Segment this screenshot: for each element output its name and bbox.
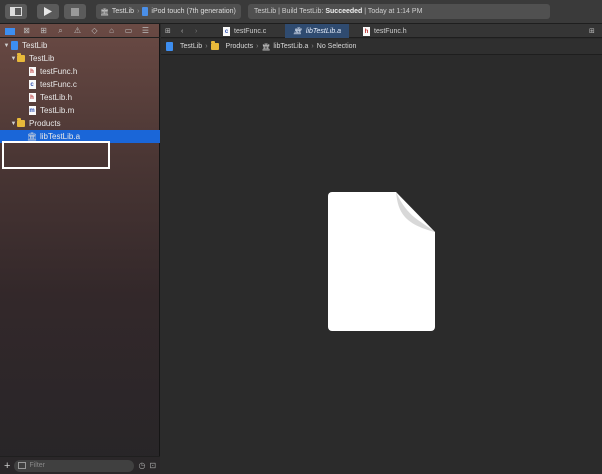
tree-row-project[interactable]: ▼ TestLib bbox=[0, 39, 160, 52]
navigator-tabs: ⊠ ⊞ ⌕ ⚠ ◇ ⌂ ▭ ☰ bbox=[0, 24, 160, 38]
device-name: iPod touch (7th generation) bbox=[151, 8, 236, 15]
tree-row-library[interactable]: 🏛 libTestLib.a bbox=[0, 130, 160, 143]
disclosure-down-icon[interactable]: ▼ bbox=[10, 121, 17, 127]
tab-libtestlib-a[interactable]: 🏛 libTestLib.a bbox=[285, 24, 350, 38]
jump-project[interactable]: TestLib bbox=[180, 43, 202, 50]
scm-filter-icon[interactable]: ⊡ bbox=[149, 461, 156, 470]
header-file-icon bbox=[28, 67, 36, 76]
highlight-box bbox=[2, 141, 110, 169]
project-icon bbox=[165, 42, 173, 51]
header-file-icon bbox=[363, 26, 370, 36]
scheme-name: TestLib bbox=[111, 8, 135, 15]
tab-label: testFunc.h bbox=[374, 27, 407, 35]
tree-item-label: TestLib bbox=[29, 54, 55, 63]
header-file-icon bbox=[28, 93, 36, 102]
jump-bar: TestLib › Products › 🏛 libTestLib.a › No… bbox=[161, 39, 602, 55]
library-icon: 🏛 bbox=[261, 43, 271, 51]
objc-file-icon bbox=[28, 106, 36, 115]
breakpoint-icon[interactable]: ▭ bbox=[123, 25, 134, 36]
c-file-icon bbox=[28, 80, 36, 89]
add-editor-icon[interactable]: ⊞ bbox=[589, 24, 595, 38]
tab-testfunc-h[interactable]: testFunc.h bbox=[363, 24, 407, 38]
scheme-selector[interactable]: 🏛 TestLib › iPod touch (7th generation) bbox=[96, 4, 241, 19]
filter-input[interactable]: Filter bbox=[14, 459, 135, 472]
grid-icon[interactable]: ⊞ bbox=[165, 24, 171, 38]
tree-item-label: testFunc.c bbox=[40, 80, 77, 89]
filter-icon bbox=[18, 462, 27, 469]
symbol-icon[interactable]: ⊞ bbox=[38, 25, 49, 36]
jump-file[interactable]: libTestLib.a bbox=[273, 43, 308, 50]
tab-testfunc-c[interactable]: testFunc.c bbox=[223, 24, 266, 38]
stop-button[interactable] bbox=[64, 4, 86, 19]
search-icon[interactable]: ⌕ bbox=[55, 25, 66, 36]
library-icon: 🏛 bbox=[100, 8, 109, 16]
jump-group[interactable]: Products bbox=[226, 43, 254, 50]
tree-item-label: testFunc.h bbox=[40, 67, 78, 76]
toolbar: 🏛 TestLib › iPod touch (7th generation) … bbox=[0, 0, 602, 24]
test-icon[interactable]: ◇ bbox=[89, 25, 100, 36]
chevron-right-icon: › bbox=[311, 43, 314, 50]
project-icon bbox=[10, 41, 18, 50]
tree-row-group[interactable]: ▼ TestLib bbox=[0, 52, 160, 65]
chevron-right-icon: › bbox=[205, 43, 208, 50]
tree-row-file[interactable]: testFunc.h bbox=[0, 65, 160, 78]
tree-row-file[interactable]: TestLib.h bbox=[0, 91, 160, 104]
jump-selection[interactable]: No Selection bbox=[317, 43, 357, 50]
disclosure-down-icon[interactable]: ▼ bbox=[3, 43, 10, 49]
device-icon bbox=[142, 7, 149, 16]
folder-icon[interactable] bbox=[4, 25, 15, 36]
tree-item-label: TestLib.m bbox=[40, 106, 75, 115]
tab-label: libTestLib.a bbox=[305, 27, 342, 35]
add-icon[interactable]: + bbox=[4, 460, 10, 472]
tree-row-file[interactable]: TestLib.m bbox=[0, 104, 160, 117]
status-result: Succeeded bbox=[325, 8, 363, 15]
status-time: | Today at 1:14 PM bbox=[364, 8, 423, 15]
disclosure-down-icon[interactable]: ▼ bbox=[10, 56, 17, 62]
filter-placeholder: Filter bbox=[29, 462, 45, 469]
library-icon: 🏛 bbox=[26, 132, 38, 141]
warning-icon[interactable]: ⚠ bbox=[72, 25, 83, 36]
navigator-toggle-button[interactable] bbox=[5, 4, 27, 19]
status-prefix: TestLib | Build TestLib: bbox=[254, 8, 324, 15]
editor-tab-bar: ⊞ ‹ › testFunc.c 🏛 libTestLib.a testFunc… bbox=[161, 24, 602, 38]
folder-icon bbox=[210, 41, 219, 51]
activity-status: TestLib | Build TestLib: Succeeded | Tod… bbox=[248, 4, 550, 19]
source-control-icon[interactable]: ⊠ bbox=[21, 25, 32, 36]
navigator-filter-bar: + Filter ◷ ⊡ bbox=[0, 456, 160, 474]
stop-icon bbox=[71, 7, 79, 16]
library-icon: 🏛 bbox=[293, 28, 302, 35]
sidebar-icon bbox=[10, 7, 22, 16]
tree-row-file[interactable]: testFunc.c bbox=[0, 78, 160, 91]
report-icon[interactable]: ☰ bbox=[140, 25, 151, 36]
c-file-icon bbox=[223, 26, 230, 36]
project-navigator: ⊠ ⊞ ⌕ ⚠ ◇ ⌂ ▭ ☰ ▼ TestLib ▼ TestLib test… bbox=[0, 24, 160, 474]
editor-area bbox=[161, 56, 602, 474]
tab-label: testFunc.c bbox=[234, 27, 267, 35]
chevron-right-icon: › bbox=[137, 8, 140, 15]
tree-item-label: Products bbox=[29, 119, 61, 128]
forward-icon[interactable]: › bbox=[195, 24, 197, 38]
document-icon bbox=[328, 192, 435, 331]
debug-icon[interactable]: ⌂ bbox=[106, 25, 117, 36]
run-button[interactable] bbox=[37, 4, 59, 19]
tree-row-products[interactable]: ▼ Products bbox=[0, 117, 160, 130]
file-tree: ▼ TestLib ▼ TestLib testFunc.h testFunc.… bbox=[0, 39, 160, 143]
tree-item-label: TestLib bbox=[22, 41, 48, 50]
play-icon bbox=[44, 7, 52, 16]
folder-icon bbox=[17, 53, 25, 63]
recent-files-icon[interactable]: ◷ bbox=[138, 461, 145, 470]
tree-item-label: TestLib.h bbox=[40, 93, 73, 102]
chevron-right-icon: › bbox=[256, 43, 259, 50]
back-icon[interactable]: ‹ bbox=[181, 24, 183, 38]
folder-icon bbox=[17, 118, 25, 128]
tree-item-label: libTestLib.a bbox=[40, 132, 81, 141]
